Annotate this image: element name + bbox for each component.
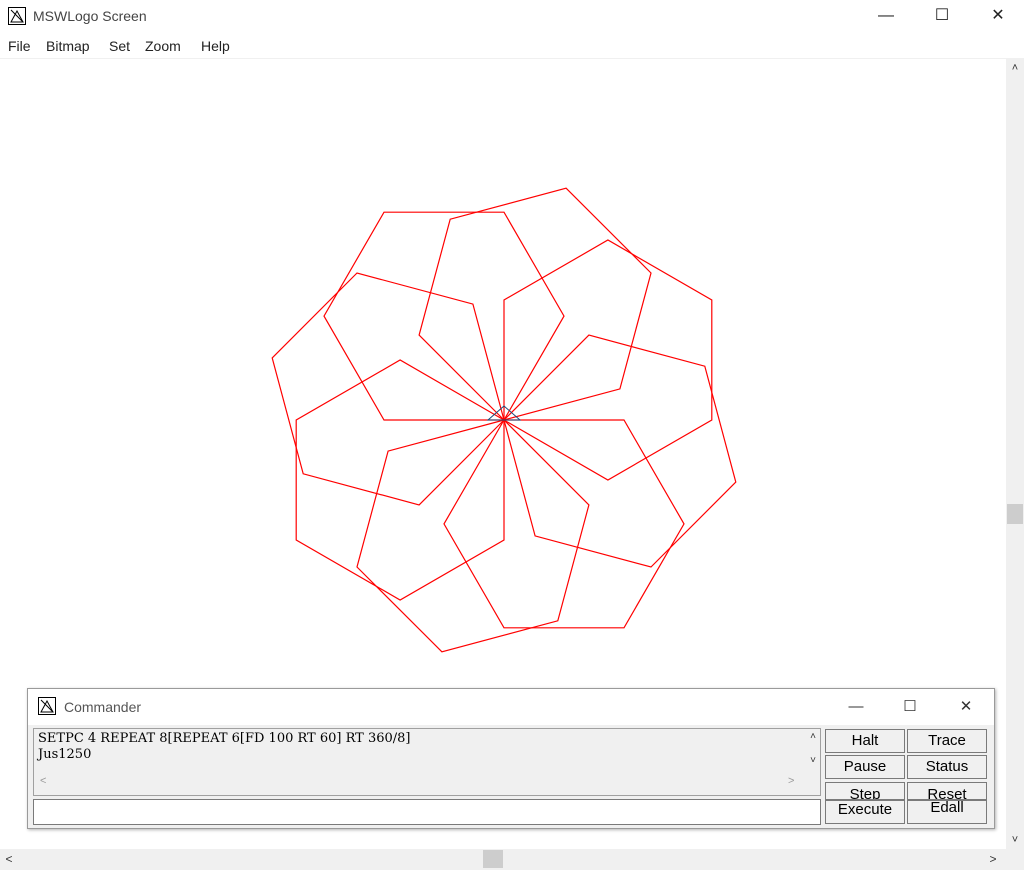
commander-close-button[interactable]: ✕ <box>946 693 986 721</box>
menu-file[interactable]: File <box>8 38 31 54</box>
reset-button[interactable]: Reset <box>907 782 987 800</box>
commander-title-bar: Commander — ☐ ✕ <box>28 689 994 725</box>
halt-button[interactable]: Halt <box>825 729 905 753</box>
horizontal-scroll-thumb[interactable] <box>483 850 503 868</box>
history-scroll-right-icon[interactable]: > <box>788 775 794 787</box>
logo-app-icon <box>8 7 26 25</box>
menu-bitmap[interactable]: Bitmap <box>46 38 90 54</box>
close-button[interactable]: ✕ <box>970 0 1024 32</box>
history-line[interactable]: SETPC 4 REPEAT 8[REPEAT 6[FD 100 RT 60] … <box>38 731 411 746</box>
scroll-left-arrow-icon[interactable]: < <box>0 849 18 870</box>
menu-help[interactable]: Help <box>201 38 230 54</box>
maximize-button[interactable]: ☐ <box>914 0 970 32</box>
trace-button[interactable]: Trace <box>907 729 987 753</box>
vertical-scroll-thumb[interactable] <box>1007 504 1023 524</box>
hexagon-path <box>356 419 590 653</box>
menu-set[interactable]: Set <box>109 38 130 54</box>
history-scroll-left-icon[interactable]: < <box>40 775 46 787</box>
history-scroll-down-icon[interactable]: ˅ <box>806 755 820 771</box>
commander-window: Commander — ☐ ✕ SETPC 4 REPEAT 8[REPEAT … <box>27 688 995 829</box>
commander-title: Commander <box>64 699 142 715</box>
menu-bar: File Bitmap Set Zoom Help <box>0 34 1024 59</box>
window-title: MSWLogo Screen <box>33 8 147 24</box>
command-input[interactable] <box>33 799 821 825</box>
minimize-button[interactable]: — <box>858 0 914 32</box>
step-button[interactable]: Step <box>825 782 905 800</box>
title-bar: MSWLogo Screen — ☐ ✕ <box>0 0 1024 33</box>
menu-zoom[interactable]: Zoom <box>145 38 181 54</box>
history-scroll-up-icon[interactable]: ˄ <box>806 731 820 747</box>
vertical-scrollbar[interactable]: ˄ ˅ <box>1006 59 1024 849</box>
execute-button[interactable]: Execute <box>825 800 905 824</box>
command-history[interactable]: SETPC 4 REPEAT 8[REPEAT 6[FD 100 RT 60] … <box>33 728 821 796</box>
history-horizontal-scrollbar[interactable]: < > <box>34 775 804 793</box>
commander-minimize-button[interactable]: — <box>836 693 876 721</box>
hexagon-path <box>271 272 505 506</box>
logo-app-icon <box>38 697 56 715</box>
status-button[interactable]: Status <box>907 755 987 779</box>
edall-button[interactable]: Edall <box>907 800 987 824</box>
commander-maximize-button[interactable]: ☐ <box>890 693 930 721</box>
scroll-right-arrow-icon[interactable]: > <box>984 849 1002 870</box>
scroll-up-arrow-icon[interactable]: ˄ <box>1006 59 1024 77</box>
size-grip[interactable] <box>1006 849 1024 870</box>
horizontal-scrollbar[interactable]: < > <box>0 849 1006 870</box>
hexagon-path <box>418 187 652 421</box>
history-line[interactable]: Jus1250 <box>38 747 91 762</box>
scroll-down-arrow-icon[interactable]: ˅ <box>1006 831 1024 849</box>
hexagon-path <box>503 334 737 568</box>
pause-button[interactable]: Pause <box>825 755 905 779</box>
